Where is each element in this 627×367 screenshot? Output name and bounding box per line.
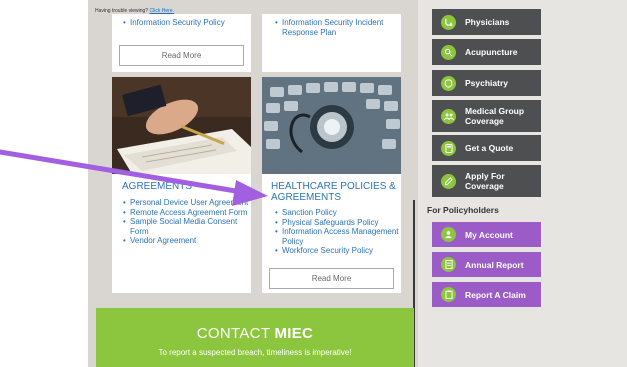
- list-item-social-media-consent[interactable]: Sample Social Media Consent Form: [122, 217, 250, 236]
- list-item-remote-access[interactable]: Remote Access Agreement Form: [122, 208, 250, 218]
- acupuncture-label: Acupuncture: [465, 47, 518, 57]
- security-policy-list: Information Security Policy: [122, 18, 247, 28]
- list-item-incident-response-plan[interactable]: Information Security Incident Response P…: [274, 18, 399, 37]
- contact-title: CONTACT MIEC: [96, 325, 414, 342]
- annual-report-label: Annual Report: [465, 259, 524, 270]
- calculator-icon: [441, 140, 456, 156]
- get-a-quote-label: Get a Quote: [465, 143, 514, 153]
- clipboard-icon: [441, 287, 456, 302]
- list-item-personal-device[interactable]: Personal Device User Agreement: [122, 198, 250, 208]
- list-item-sanction-policy[interactable]: Sanction Policy: [274, 208, 399, 218]
- physicians-label: Physicians: [465, 17, 510, 27]
- my-account-label: My Account: [465, 229, 513, 240]
- report-a-claim-button[interactable]: Report A Claim: [432, 282, 541, 307]
- medical-group-coverage-button[interactable]: Medical Group Coverage: [432, 100, 541, 132]
- stethoscope-keyboard-photo: [262, 77, 401, 174]
- annual-report-button[interactable]: Annual Report: [432, 252, 541, 277]
- list-item-information-security-policy[interactable]: Information Security Policy: [122, 18, 247, 28]
- security-policy-card: Information Security Policy Read More: [112, 14, 251, 72]
- healthcare-policies-list: Sanction Policy Physical Safeguards Poli…: [274, 208, 399, 256]
- psychiatry-button[interactable]: Psychiatry: [432, 70, 541, 96]
- my-account-button[interactable]: My Account: [432, 222, 541, 247]
- list-item-workforce-security[interactable]: Workforce Security Policy: [274, 246, 399, 256]
- group-icon: [441, 108, 456, 124]
- contact-banner: CONTACT MIEC To report a suspected breac…: [96, 308, 414, 367]
- stethoscope-icon: [441, 14, 456, 30]
- list-item-information-access[interactable]: Information Access Management Policy: [274, 227, 399, 246]
- signing-document-photo: [112, 77, 251, 174]
- acupuncture-icon: [441, 44, 456, 60]
- user-icon: [441, 227, 456, 242]
- acupuncture-button[interactable]: Acupuncture: [432, 39, 541, 65]
- get-a-quote-button[interactable]: Get a Quote: [432, 135, 541, 161]
- agreements-list: Personal Device User Agreement Remote Ac…: [122, 198, 250, 246]
- read-more-button[interactable]: Read More: [119, 45, 244, 66]
- healthcare-policies-heading: HEALTHCARE POLICIES & AGREEMENTS: [271, 181, 396, 203]
- physicians-button[interactable]: Physicians: [432, 9, 541, 35]
- agreements-card: AGREEMENTS Personal Device User Agreemen…: [112, 77, 251, 293]
- report-a-claim-label: Report A Claim: [465, 289, 526, 300]
- pen-icon: [441, 173, 456, 189]
- read-more-button[interactable]: Read More: [269, 268, 394, 289]
- apply-for-coverage-label: Apply For Coverage: [465, 171, 505, 191]
- apply-for-coverage-button[interactable]: Apply For Coverage: [432, 165, 541, 197]
- page-frame: Having trouble viewing? Click Here. Info…: [0, 0, 627, 367]
- medical-group-coverage-label: Medical Group Coverage: [465, 106, 525, 126]
- contact-title-light: CONTACT: [196, 325, 271, 342]
- incident-plan-card: Information Security Incident Response P…: [262, 14, 401, 72]
- list-item-physical-safeguards[interactable]: Physical Safeguards Policy: [274, 218, 399, 228]
- incident-plan-list: Information Security Incident Response P…: [274, 18, 399, 37]
- contact-title-bold: MIEC: [274, 325, 314, 342]
- brain-icon: [441, 75, 456, 91]
- contact-subtitle: To report a suspected breach, timeliness…: [158, 348, 352, 357]
- healthcare-policies-card: HEALTHCARE POLICIES & AGREEMENTS Sanctio…: [262, 77, 401, 293]
- psychiatry-label: Psychiatry: [465, 78, 508, 88]
- list-item-vendor-agreement[interactable]: Vendor Agreement: [122, 236, 250, 246]
- document-icon: [441, 257, 456, 272]
- for-policyholders-heading: For Policyholders: [427, 205, 499, 215]
- agreements-heading: AGREEMENTS: [122, 181, 193, 192]
